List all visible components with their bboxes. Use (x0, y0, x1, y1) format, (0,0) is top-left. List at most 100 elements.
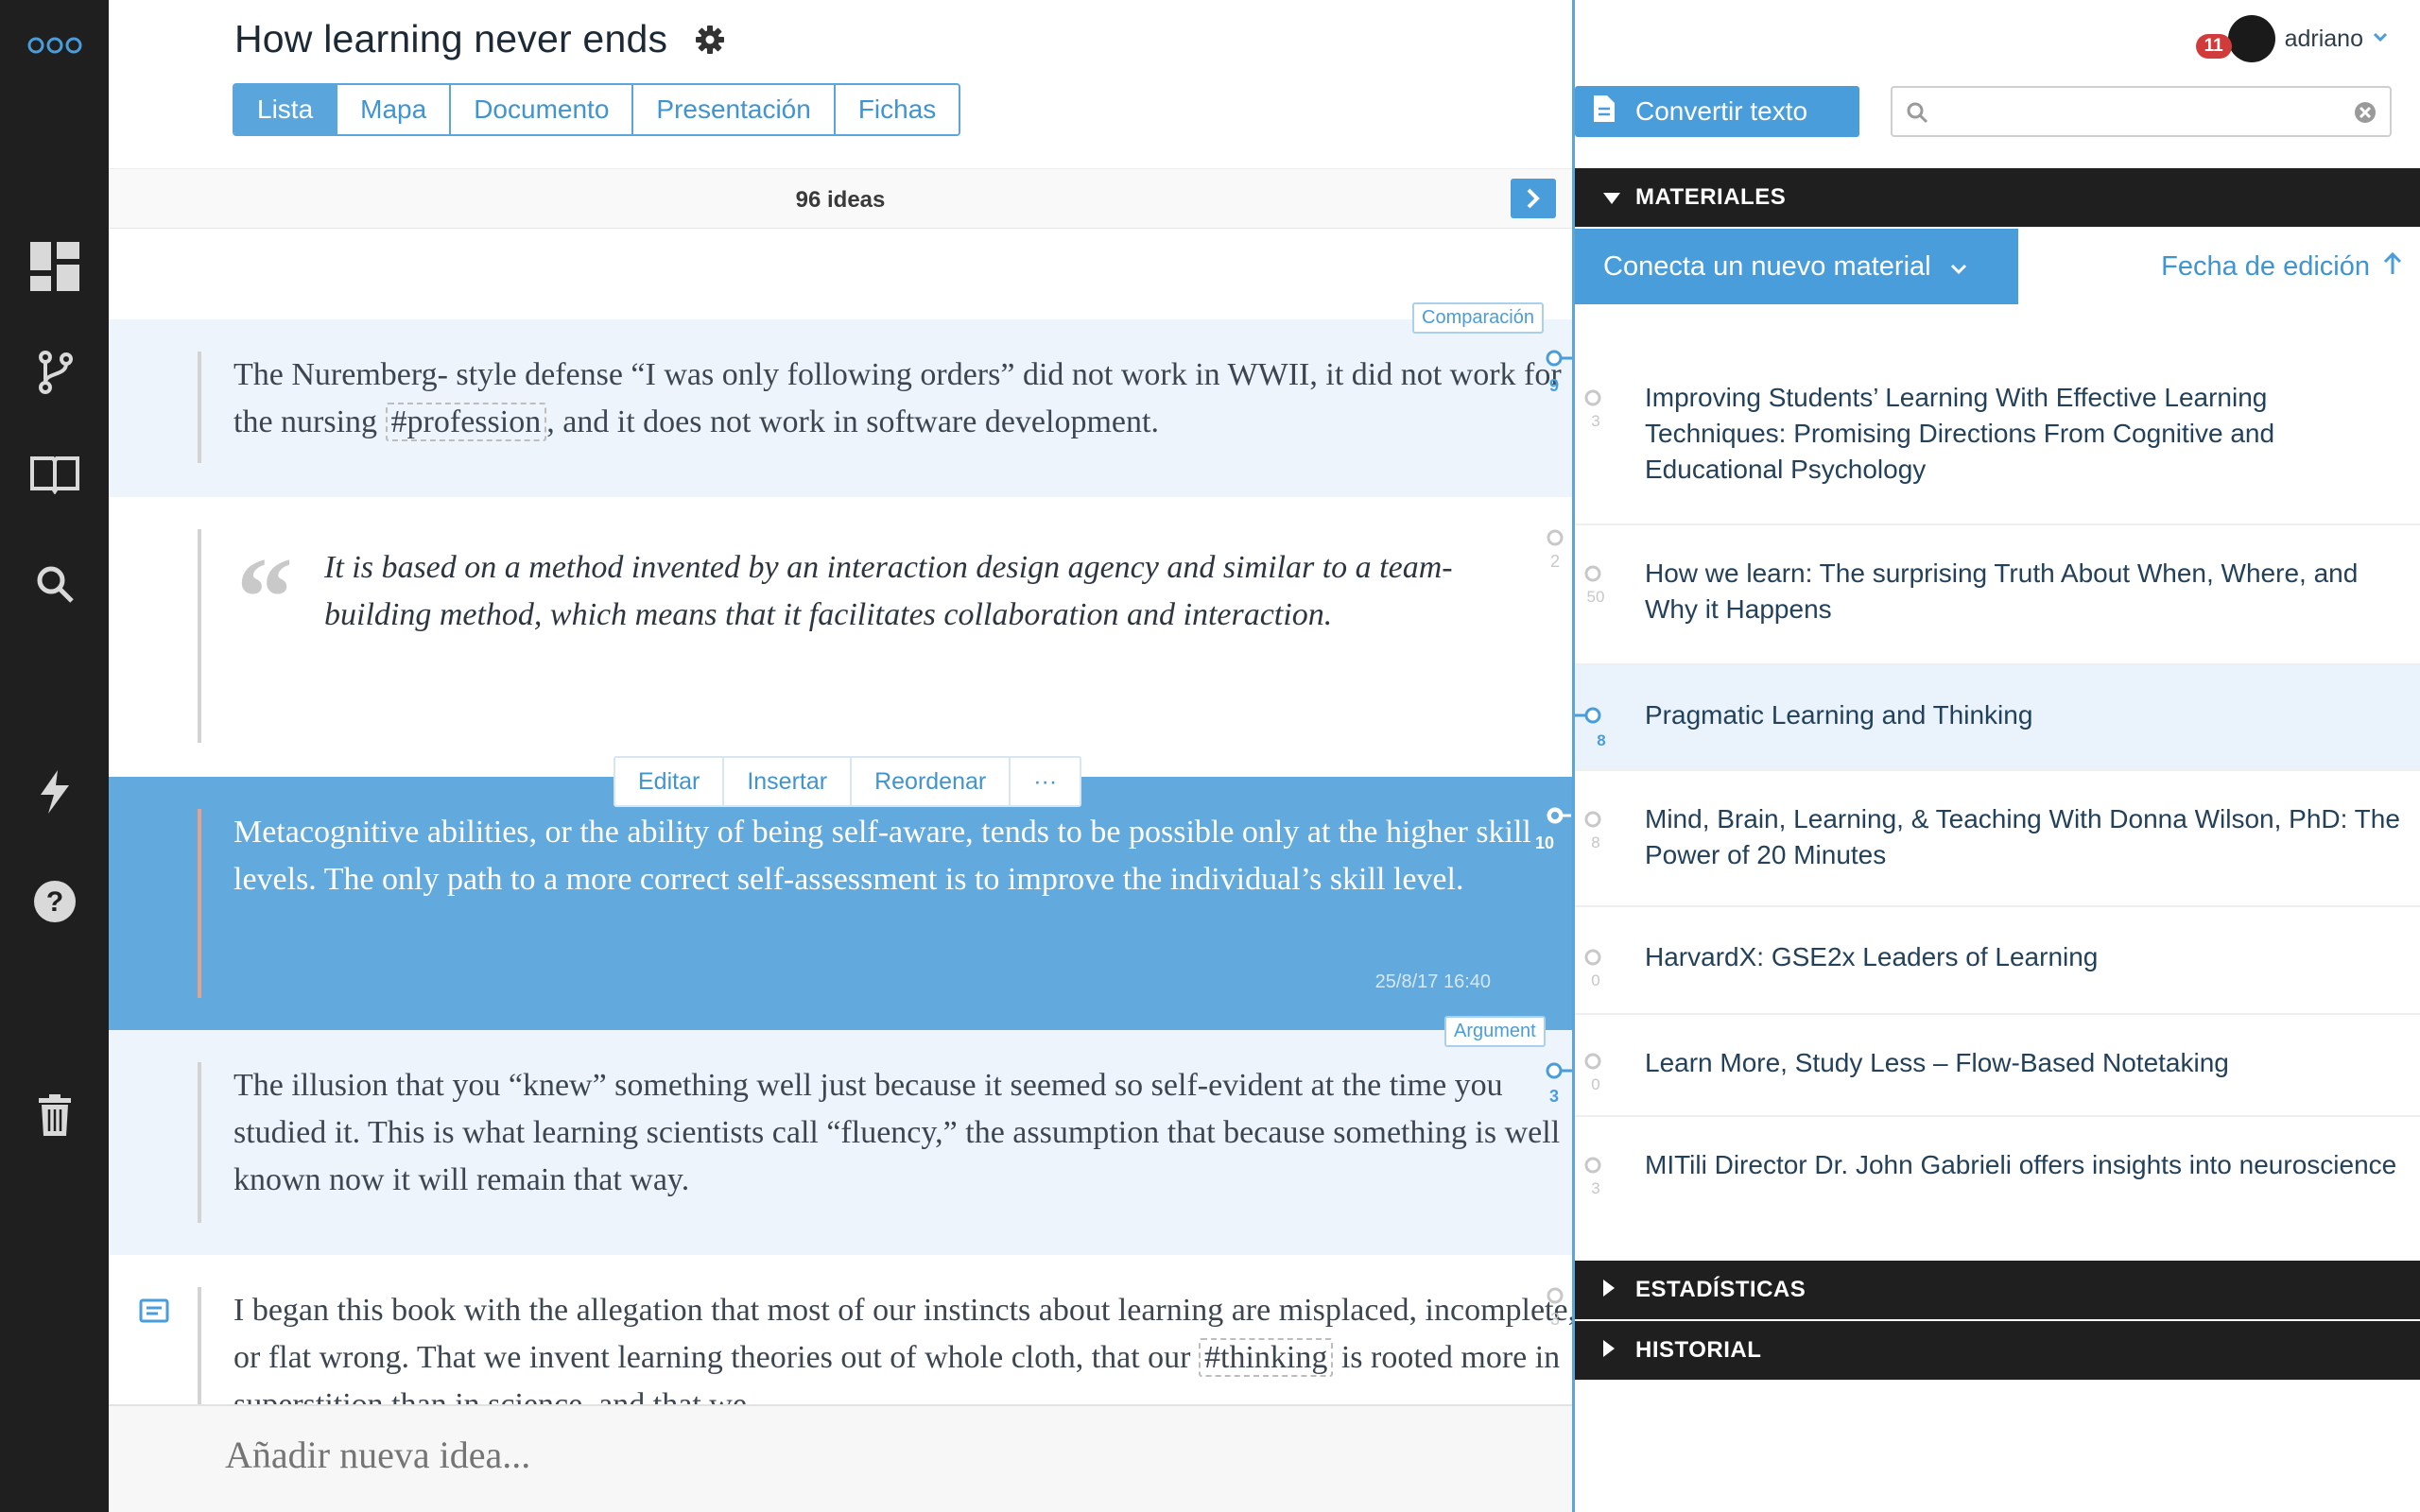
note-icon[interactable] (139, 1298, 169, 1328)
material-count: 8 (1597, 731, 1606, 749)
material-item[interactable]: 0 Learn More, Study Less – Flow-Based No… (1575, 1015, 2420, 1117)
connection-handle-icon[interactable] (1546, 348, 1572, 373)
history-heading: HISTORIAL (1635, 1337, 1762, 1363)
idea-toolbar: Editar Insertar Reordenar ··· (614, 756, 1082, 807)
idea-item[interactable]: “ It is based on a method invented by an… (109, 497, 1572, 777)
material-title[interactable]: MITili Director Dr. John Gabrieli offers… (1645, 1147, 2401, 1183)
connect-material-button[interactable]: Conecta un nuevo material (1575, 229, 2018, 304)
insert-button[interactable]: Insertar (724, 758, 853, 805)
username[interactable]: adriano (2285, 26, 2363, 53)
idea-bar (198, 1062, 201, 1223)
material-item[interactable]: 3 Improving Students’ Learning With Effe… (1575, 350, 2420, 525)
chevron-down-icon (1950, 251, 1967, 283)
idea-bar (198, 352, 201, 463)
connection-handle-icon[interactable] (1582, 947, 1603, 972)
connection-count: 3 (1549, 1310, 1560, 1329)
tab-lista[interactable]: Lista (234, 85, 338, 134)
material-count: 3 (1591, 1179, 1600, 1197)
book-icon[interactable] (0, 437, 109, 512)
dashboard-icon[interactable] (0, 229, 109, 304)
search-input[interactable] (1936, 97, 2342, 128)
connection-handle-icon[interactable] (1582, 809, 1603, 834)
gear-icon[interactable] (696, 26, 725, 59)
sort-by-edit-date[interactable]: Fecha de edición (2161, 251, 2402, 283)
material-title[interactable]: HarvardX: GSE2x Leaders of Learning (1645, 939, 2401, 975)
sort-label: Fecha de edición (2161, 251, 2370, 282)
help-icon[interactable]: ? (0, 864, 109, 939)
document-title[interactable]: How learning never ends (234, 17, 667, 61)
connection-count: 2 (1549, 552, 1560, 571)
material-title[interactable]: Learn More, Study Less – Flow-Based Note… (1645, 1045, 2401, 1081)
notification-badge[interactable]: 11 (2195, 34, 2232, 59)
new-idea-input[interactable] (225, 1433, 1454, 1477)
hashtag[interactable]: #profession (385, 403, 547, 441)
material-count: 50 (1586, 588, 1605, 606)
more-options-button[interactable]: ··· (1011, 758, 1080, 805)
material-item[interactable]: 8 Mind, Brain, Learning, & Teaching With… (1575, 771, 2420, 907)
idea-item[interactable]: The Nuremberg- style defense “I was only… (109, 319, 1572, 497)
material-title[interactable]: Improving Students’ Learning With Effect… (1645, 380, 2401, 488)
clear-search-icon[interactable] (2354, 101, 2377, 129)
connection-handle-icon[interactable] (1582, 387, 1603, 413)
tab-documento[interactable]: Documento (451, 85, 634, 134)
avatar[interactable]: 11 (2195, 15, 2275, 62)
material-item[interactable]: 3 MITili Director Dr. John Gabrieli offe… (1575, 1117, 2420, 1261)
search-box (1891, 86, 2392, 137)
history-section-header[interactable]: HISTORIAL (1575, 1321, 2420, 1380)
edit-button[interactable]: Editar (615, 758, 725, 805)
material-item[interactable]: 0 HarvardX: GSE2x Leaders of Learning (1575, 907, 2420, 1015)
connection-count: 10 (1534, 833, 1555, 852)
logo-icon[interactable] (0, 8, 109, 83)
tab-fichas[interactable]: Fichas (835, 85, 959, 134)
reorder-button[interactable]: Reordenar (852, 758, 1011, 805)
connection-handle-icon[interactable] (1575, 705, 1603, 730)
ideas-count: 96 ideas (795, 187, 886, 213)
connection-handle-icon[interactable] (1547, 527, 1567, 553)
caret-right-icon (1603, 1277, 1615, 1303)
search-icon (1906, 101, 1928, 129)
chevron-right-icon (1527, 188, 1540, 209)
material-item[interactable]: 50 How we learn: The surprising Truth Ab… (1575, 525, 2420, 665)
new-idea-bar (109, 1404, 1572, 1512)
stats-section-header[interactable]: ESTADÍSTICAS (1575, 1261, 2420, 1319)
tab-presentacion[interactable]: Presentación (633, 85, 836, 134)
convert-text-button[interactable]: Convertir texto (1575, 86, 1859, 137)
connection-handle-icon[interactable] (1546, 1060, 1572, 1086)
materials-heading: MATERIALES (1635, 184, 1787, 210)
trash-icon[interactable] (0, 1077, 109, 1153)
connection-handle-icon[interactable] (1543, 805, 1571, 831)
idea-type-label[interactable]: Comparación (1412, 302, 1544, 334)
connection-count: 3 (1548, 1087, 1559, 1106)
idea-text[interactable]: It is based on a method invented by an i… (324, 544, 1525, 639)
ideas-count-bar: 96 ideas (109, 168, 1572, 229)
idea-item[interactable]: The illusion that you “knew” something w… (109, 1030, 1572, 1255)
document-icon (1594, 94, 1615, 129)
idea-item-selected[interactable]: Metacognitive abilities, or the ability … (109, 777, 1572, 1030)
connection-handle-icon[interactable] (1582, 1051, 1603, 1076)
idea-type-label[interactable]: Argument (1444, 1016, 1546, 1047)
material-title[interactable]: Mind, Brain, Learning, & Teaching With D… (1645, 801, 2401, 873)
hashtag[interactable]: #thinking (1199, 1338, 1334, 1377)
branch-icon[interactable] (0, 335, 109, 410)
idea-text[interactable]: Metacognitive abilities, or the ability … (233, 809, 1572, 903)
material-title[interactable]: How we learn: The surprising Truth About… (1645, 556, 2401, 627)
connection-handle-icon[interactable] (1547, 1285, 1567, 1311)
idea-bar (198, 529, 201, 743)
collapse-panel-button[interactable] (1511, 179, 1556, 218)
idea-text[interactable]: The Nuremberg- style defense “I was only… (233, 352, 1572, 446)
material-item-highlighted[interactable]: 8 Pragmatic Learning and Thinking (1575, 665, 2420, 771)
tab-mapa[interactable]: Mapa (337, 85, 452, 134)
flash-icon[interactable] (0, 754, 109, 830)
materials-controls: Conecta un nuevo material Fecha de edici… (1575, 229, 2420, 304)
app-window: ? How learning never ends Lista Mapa Doc… (0, 0, 2420, 1512)
user-menu[interactable]: 11 adriano (2195, 15, 2388, 62)
chevron-down-icon[interactable] (2373, 30, 2388, 47)
convert-text-label: Convertir texto (1635, 96, 1808, 126)
material-title[interactable]: Pragmatic Learning and Thinking (1645, 697, 2401, 733)
materials-section-header[interactable]: MATERIALES (1575, 168, 2420, 227)
connection-handle-icon[interactable] (1582, 1155, 1603, 1180)
search-icon[interactable] (0, 546, 109, 622)
main-panel: How learning never ends Lista Mapa Docum… (109, 0, 1572, 1512)
connection-handle-icon[interactable] (1582, 563, 1603, 589)
idea-text[interactable]: The illusion that you “knew” something w… (233, 1062, 1572, 1204)
